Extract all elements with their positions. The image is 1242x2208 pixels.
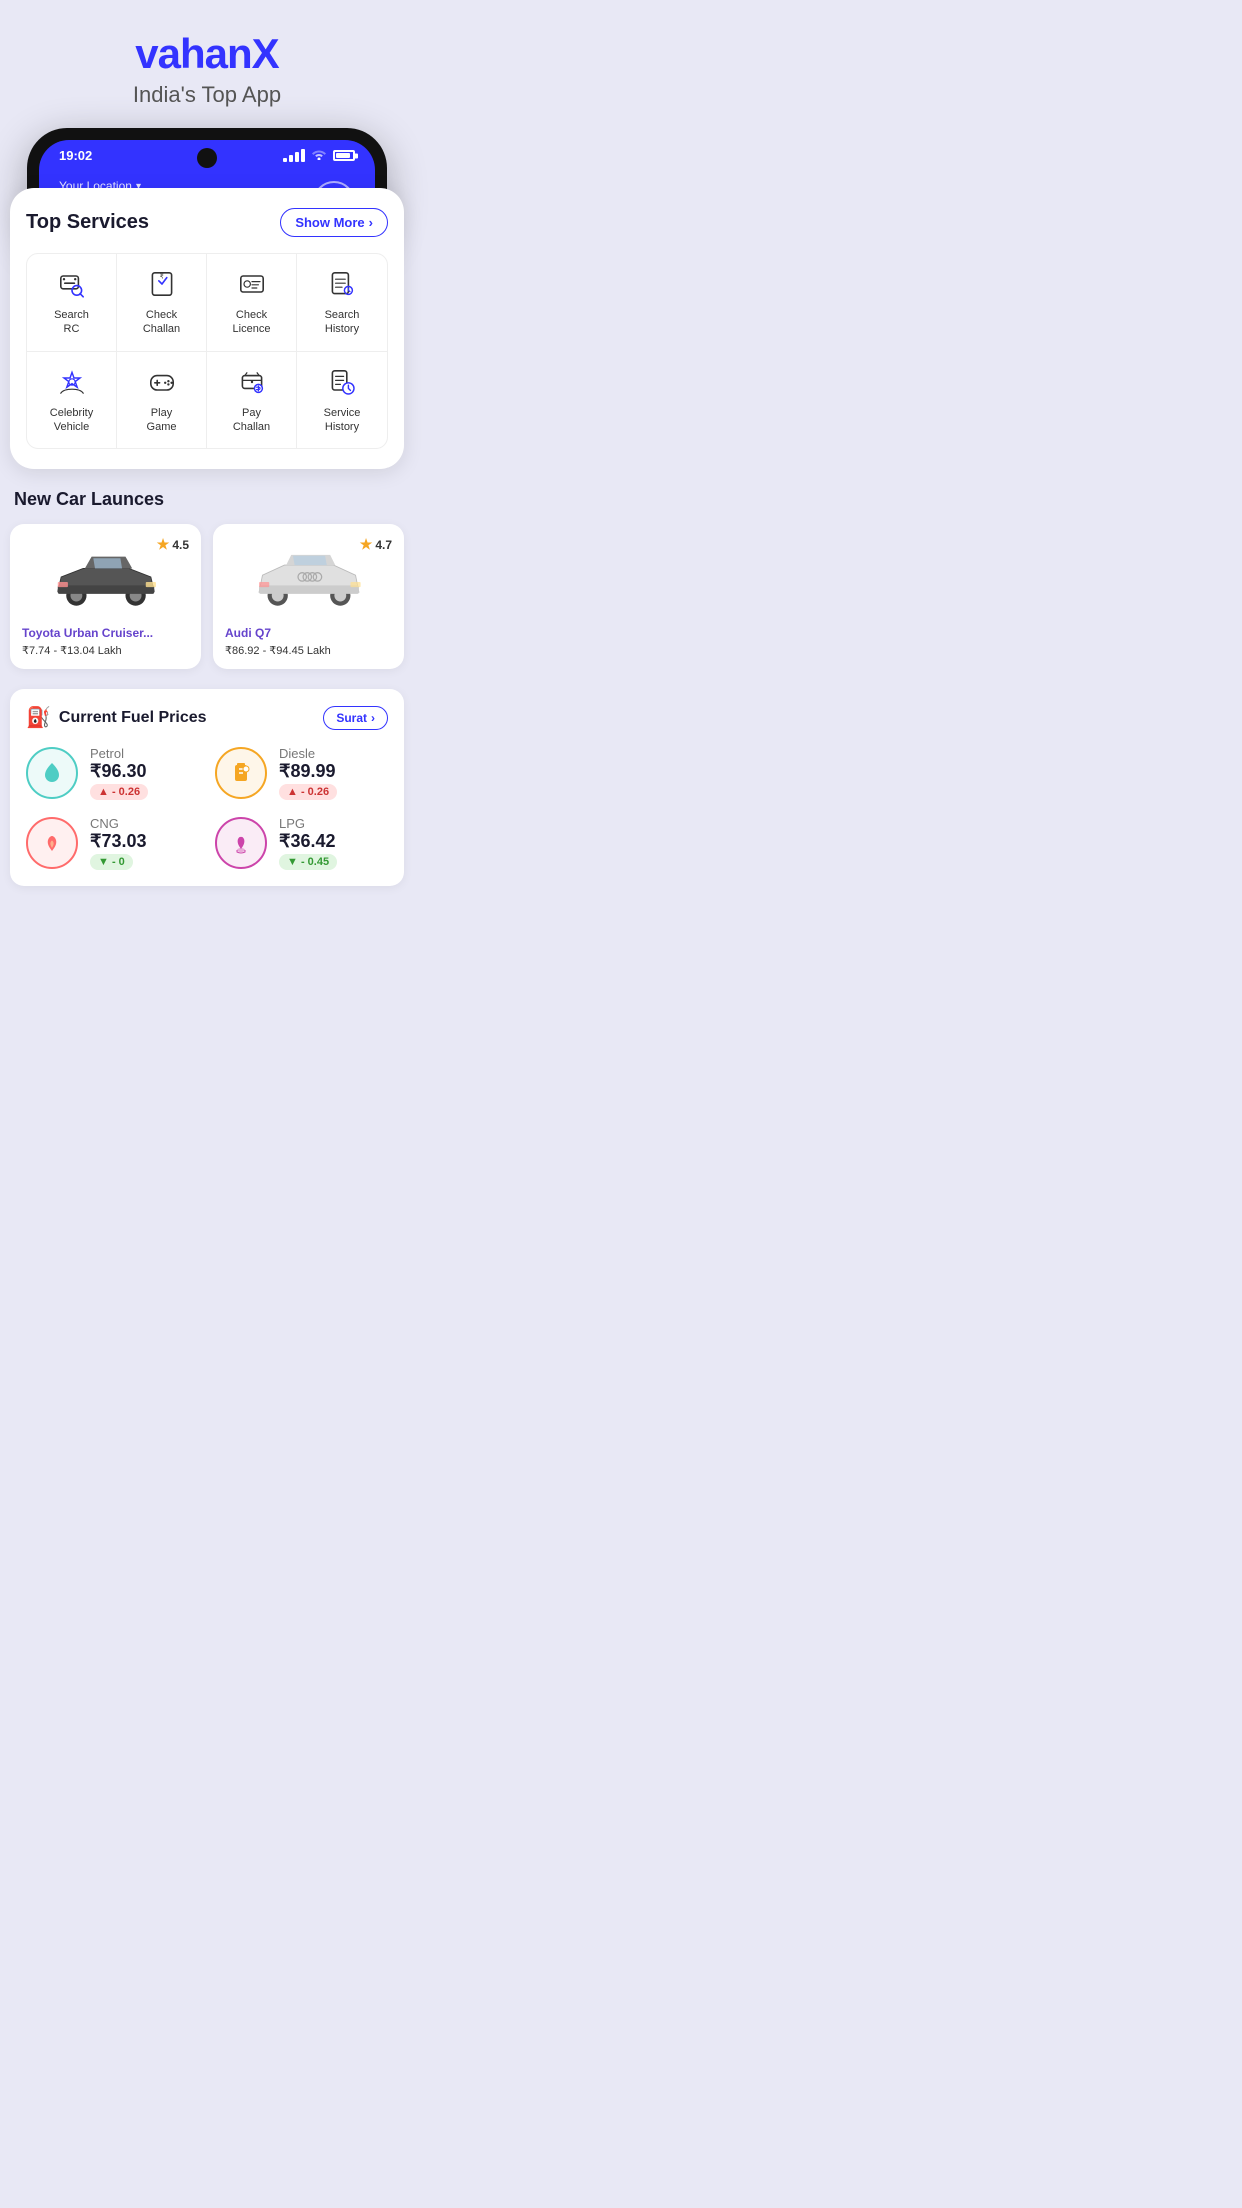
play-game-label: PlayGame <box>147 406 177 435</box>
app-title: vahanX <box>133 30 281 78</box>
service-check-licence[interactable]: CheckLicence <box>207 254 297 352</box>
service-search-history[interactable]: SearchHistory <box>297 254 387 352</box>
lpg-icon <box>215 817 267 869</box>
pay-challan-label: PayChallan <box>233 406 270 435</box>
audi-car-image <box>254 544 364 609</box>
service-pay-challan[interactable]: PayChallan <box>207 352 297 449</box>
fuel-pump-icon: ⛽ <box>26 705 51 730</box>
petrol-icon <box>26 747 78 799</box>
lpg-price: ₹36.42 <box>279 831 337 852</box>
services-grid: SearchRC ₹ CheckChallan CheckLicence <box>26 253 388 449</box>
chevron-right-icon: › <box>371 711 375 725</box>
phone-notch <box>197 148 217 168</box>
fuel-title: ⛽ Current Fuel Prices <box>26 705 207 730</box>
celebrity-icon <box>56 366 88 398</box>
services-header: Top Services Show More › <box>26 208 388 237</box>
celebrity-vehicle-label: CelebrityVehicle <box>50 406 93 435</box>
petrol-change: ▲ - 0.26 <box>90 784 148 800</box>
toyota-rating: ★ 4.5 <box>157 536 189 553</box>
fuel-prices-section: ⛽ Current Fuel Prices Surat › Petrol ₹96… <box>10 689 404 886</box>
lpg-change: ▼ - 0.45 <box>279 854 337 870</box>
search-history-label: SearchHistory <box>325 308 360 337</box>
fuel-item-diesel: Diesle ₹89.99 ▲ - 0.26 <box>215 746 388 800</box>
status-time: 19:02 <box>59 148 92 163</box>
svg-text:₹: ₹ <box>159 273 163 280</box>
service-play-game[interactable]: PlayGame <box>117 352 207 449</box>
diesel-price: ₹89.99 <box>279 761 337 782</box>
check-challan-label: CheckChallan <box>143 308 180 337</box>
top-services-card: Top Services Show More › SearchRC ₹ <box>10 188 404 469</box>
play-game-icon <box>146 366 178 398</box>
toyota-name: Toyota Urban Cruiser... <box>22 626 189 640</box>
search-rc-icon <box>56 268 88 300</box>
chevron-right-icon: › <box>369 215 373 230</box>
signal-icon <box>283 149 305 162</box>
car-card-audi[interactable]: ★ 4.7 <box>213 524 404 669</box>
diesel-type: Diesle <box>279 746 337 761</box>
fuel-item-lpg: LPG ₹36.42 ▼ - 0.45 <box>215 816 388 870</box>
cars-grid: ★ 4.5 Toyota Urban Cruiser... <box>10 524 404 669</box>
app-header: vahanX India's Top App <box>113 0 301 128</box>
lpg-type: LPG <box>279 816 337 831</box>
check-challan-icon: ₹ <box>146 268 178 300</box>
show-more-button[interactable]: Show More › <box>280 208 388 237</box>
diesel-icon <box>215 747 267 799</box>
battery-icon <box>333 150 355 161</box>
fuel-item-cng: CNG ₹73.03 ▼ - 0 <box>26 816 199 870</box>
check-licence-icon <box>236 268 268 300</box>
toyota-car-image <box>51 544 161 609</box>
service-history-label: ServiceHistory <box>324 406 361 435</box>
star-icon: ★ <box>157 536 170 553</box>
service-service-history[interactable]: ServiceHistory <box>297 352 387 449</box>
diesel-change: ▲ - 0.26 <box>279 784 337 800</box>
star-icon: ★ <box>360 536 373 553</box>
service-history-icon <box>326 366 358 398</box>
service-celebrity-vehicle[interactable]: CelebrityVehicle <box>27 352 117 449</box>
service-check-challan[interactable]: ₹ CheckChallan <box>117 254 207 352</box>
search-rc-label: SearchRC <box>54 308 89 337</box>
petrol-type: Petrol <box>90 746 148 761</box>
status-icons <box>283 148 355 163</box>
toyota-price: ₹7.74 - ₹13.04 Lakh <box>22 644 189 657</box>
audi-rating: ★ 4.7 <box>360 536 392 553</box>
wifi-icon <box>311 148 327 163</box>
fuel-item-petrol: Petrol ₹96.30 ▲ - 0.26 <box>26 746 199 800</box>
cng-icon <box>26 817 78 869</box>
fuel-grid: Petrol ₹96.30 ▲ - 0.26 Die <box>26 746 388 870</box>
title-normal: vahan <box>135 30 251 77</box>
petrol-price: ₹96.30 <box>90 761 148 782</box>
car-card-toyota[interactable]: ★ 4.5 Toyota Urban Cruiser... <box>10 524 201 669</box>
app-subtitle: India's Top App <box>133 82 281 108</box>
check-licence-label: CheckLicence <box>233 308 271 337</box>
service-search-rc[interactable]: SearchRC <box>27 254 117 352</box>
search-history-icon <box>326 268 358 300</box>
new-cars-section: New Car Launces ★ 4.5 <box>10 469 404 886</box>
title-accent: X <box>252 30 279 77</box>
fuel-header: ⛽ Current Fuel Prices Surat › <box>26 705 388 730</box>
cng-price: ₹73.03 <box>90 831 147 852</box>
audi-name: Audi Q7 <box>225 626 392 640</box>
new-cars-title: New Car Launces <box>10 489 404 510</box>
pay-challan-icon <box>236 366 268 398</box>
services-title: Top Services <box>26 211 149 234</box>
cng-type: CNG <box>90 816 147 831</box>
audi-price: ₹86.92 - ₹94.45 Lakh <box>225 644 392 657</box>
cng-change: ▼ - 0 <box>90 854 133 870</box>
city-selector-button[interactable]: Surat › <box>323 706 388 730</box>
